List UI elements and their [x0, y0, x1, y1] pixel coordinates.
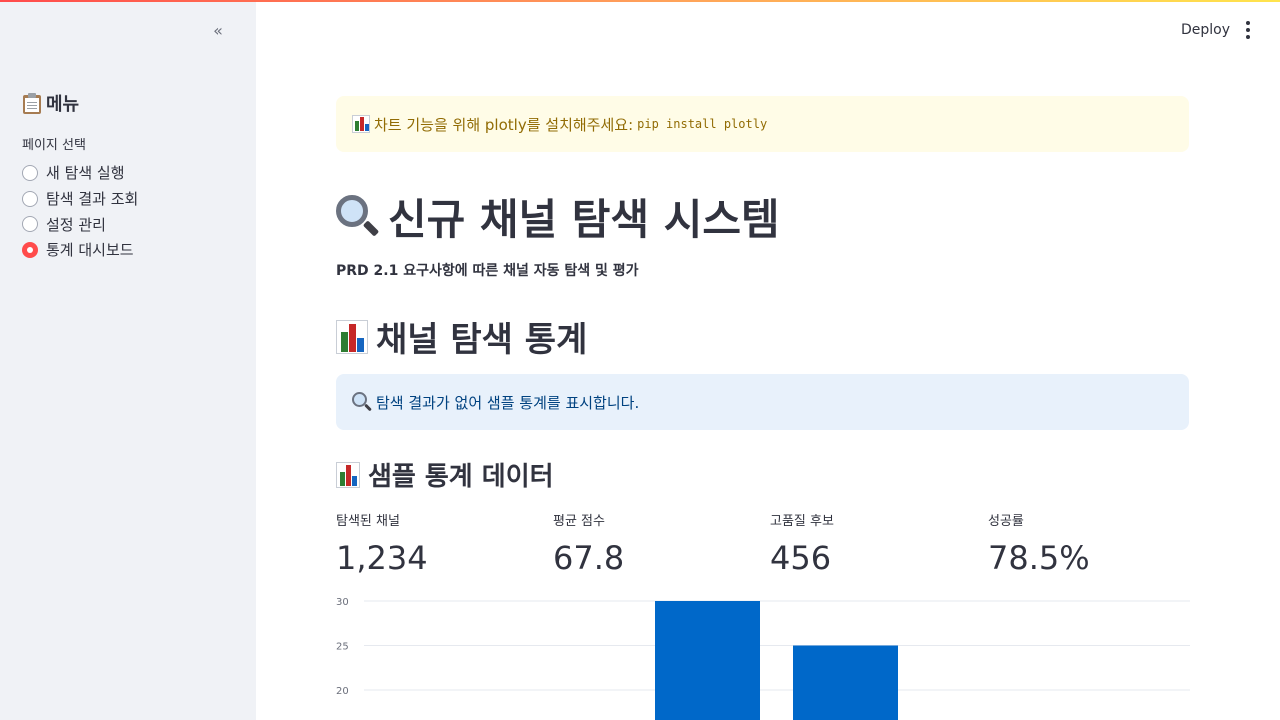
sample-info-alert: 탐색 결과가 없어 샘플 통계를 표시합니다. — [336, 374, 1189, 430]
bar-chart-icon — [336, 319, 368, 354]
sample-stats-title-text: 샘플 통계 데이터 — [368, 462, 554, 492]
radio-option-label: 탐색 결과 조회 — [46, 190, 139, 209]
double-chevron-left-icon: « — [213, 20, 223, 40]
bar-chart: 30 25 20 — [336, 597, 1190, 720]
page-title: 신규 채널 탐색 시스템 — [336, 186, 780, 247]
y-tick-label: 20 — [336, 686, 349, 697]
collapse-sidebar-button[interactable]: « — [206, 20, 230, 40]
metric-value: 1,234 — [336, 539, 428, 577]
radio-option-new-search[interactable]: 새 탐색 실행 — [22, 160, 138, 186]
metric-value: 67.8 — [553, 539, 625, 577]
sidebar-title-text: 메뉴 — [46, 94, 80, 115]
metric-success-rate: 성공률 78.5% — [988, 510, 1090, 577]
radio-option-label: 통계 대시보드 — [46, 241, 134, 260]
warning-text: 차트 기능을 위해 plotly를 설치해주세요: — [374, 115, 634, 134]
sample-stats-title: 샘플 통계 데이터 — [336, 456, 554, 493]
magnifier-icon — [336, 194, 380, 239]
chart-bar[interactable] — [655, 601, 760, 720]
page-title-text: 신규 채널 탐색 시스템 — [388, 195, 780, 244]
metric-high-quality-candidates: 고품질 후보 456 — [770, 510, 834, 577]
clipboard-icon — [22, 92, 42, 114]
magnifier-icon — [352, 392, 372, 412]
radio-option-search-results[interactable]: 탐색 결과 조회 — [22, 186, 138, 212]
metric-average-score: 평균 점수 67.8 — [553, 510, 624, 577]
radio-option-settings[interactable]: 설정 관리 — [22, 211, 138, 237]
radio-circle-icon — [22, 164, 38, 181]
deploy-button[interactable]: Deploy — [1172, 17, 1239, 43]
page-radio-group: 새 탐색 실행 탐색 결과 조회 설정 관리 통계 대시보드 — [22, 160, 138, 263]
bar-chart-icon — [352, 115, 370, 133]
sidebar: « 메뉴 페이지 선택 새 탐색 실행 탐색 결과 조회 설정 관리 통계 대시… — [0, 0, 256, 720]
more-options-icon[interactable] — [1238, 18, 1258, 42]
metric-label: 성공률 — [988, 514, 1024, 529]
top-decoration-line — [0, 0, 1280, 2]
info-text: 탐색 결과가 없어 샘플 통계를 표시합니다. — [376, 393, 640, 412]
radio-option-stats-dashboard[interactable]: 통계 대시보드 — [22, 237, 138, 263]
sidebar-title: 메뉴 — [22, 90, 79, 116]
y-tick-label: 30 — [336, 597, 349, 608]
metric-value: 78.5% — [988, 539, 1090, 577]
radio-selected-icon — [22, 241, 38, 258]
plotly-warning-alert: 차트 기능을 위해 plotly를 설치해주세요: pip install pl… — [336, 96, 1189, 152]
radio-option-label: 새 탐색 실행 — [46, 164, 125, 183]
chart-bar[interactable] — [793, 645, 898, 720]
radio-option-label: 설정 관리 — [46, 215, 106, 234]
radio-circle-icon — [22, 190, 38, 207]
metric-label: 탐색된 채널 — [336, 514, 400, 529]
page-subtitle: PRD 2.1 요구사항에 따른 채널 자동 탐색 및 평가 — [336, 263, 639, 279]
metric-label: 평균 점수 — [553, 514, 605, 529]
bar-chart-icon — [336, 461, 360, 488]
install-command: pip install plotly — [637, 117, 768, 131]
radio-circle-icon — [22, 216, 38, 233]
y-tick-label: 25 — [336, 642, 349, 653]
metric-discovered-channels: 탐색된 채널 1,234 — [336, 510, 428, 577]
section-title: 채널 탐색 통계 — [336, 312, 587, 361]
metric-value: 456 — [770, 539, 832, 577]
section-title-text: 채널 탐색 통계 — [376, 320, 588, 360]
radio-group-label: 페이지 선택 — [22, 138, 86, 153]
metric-label: 고품질 후보 — [770, 514, 834, 529]
